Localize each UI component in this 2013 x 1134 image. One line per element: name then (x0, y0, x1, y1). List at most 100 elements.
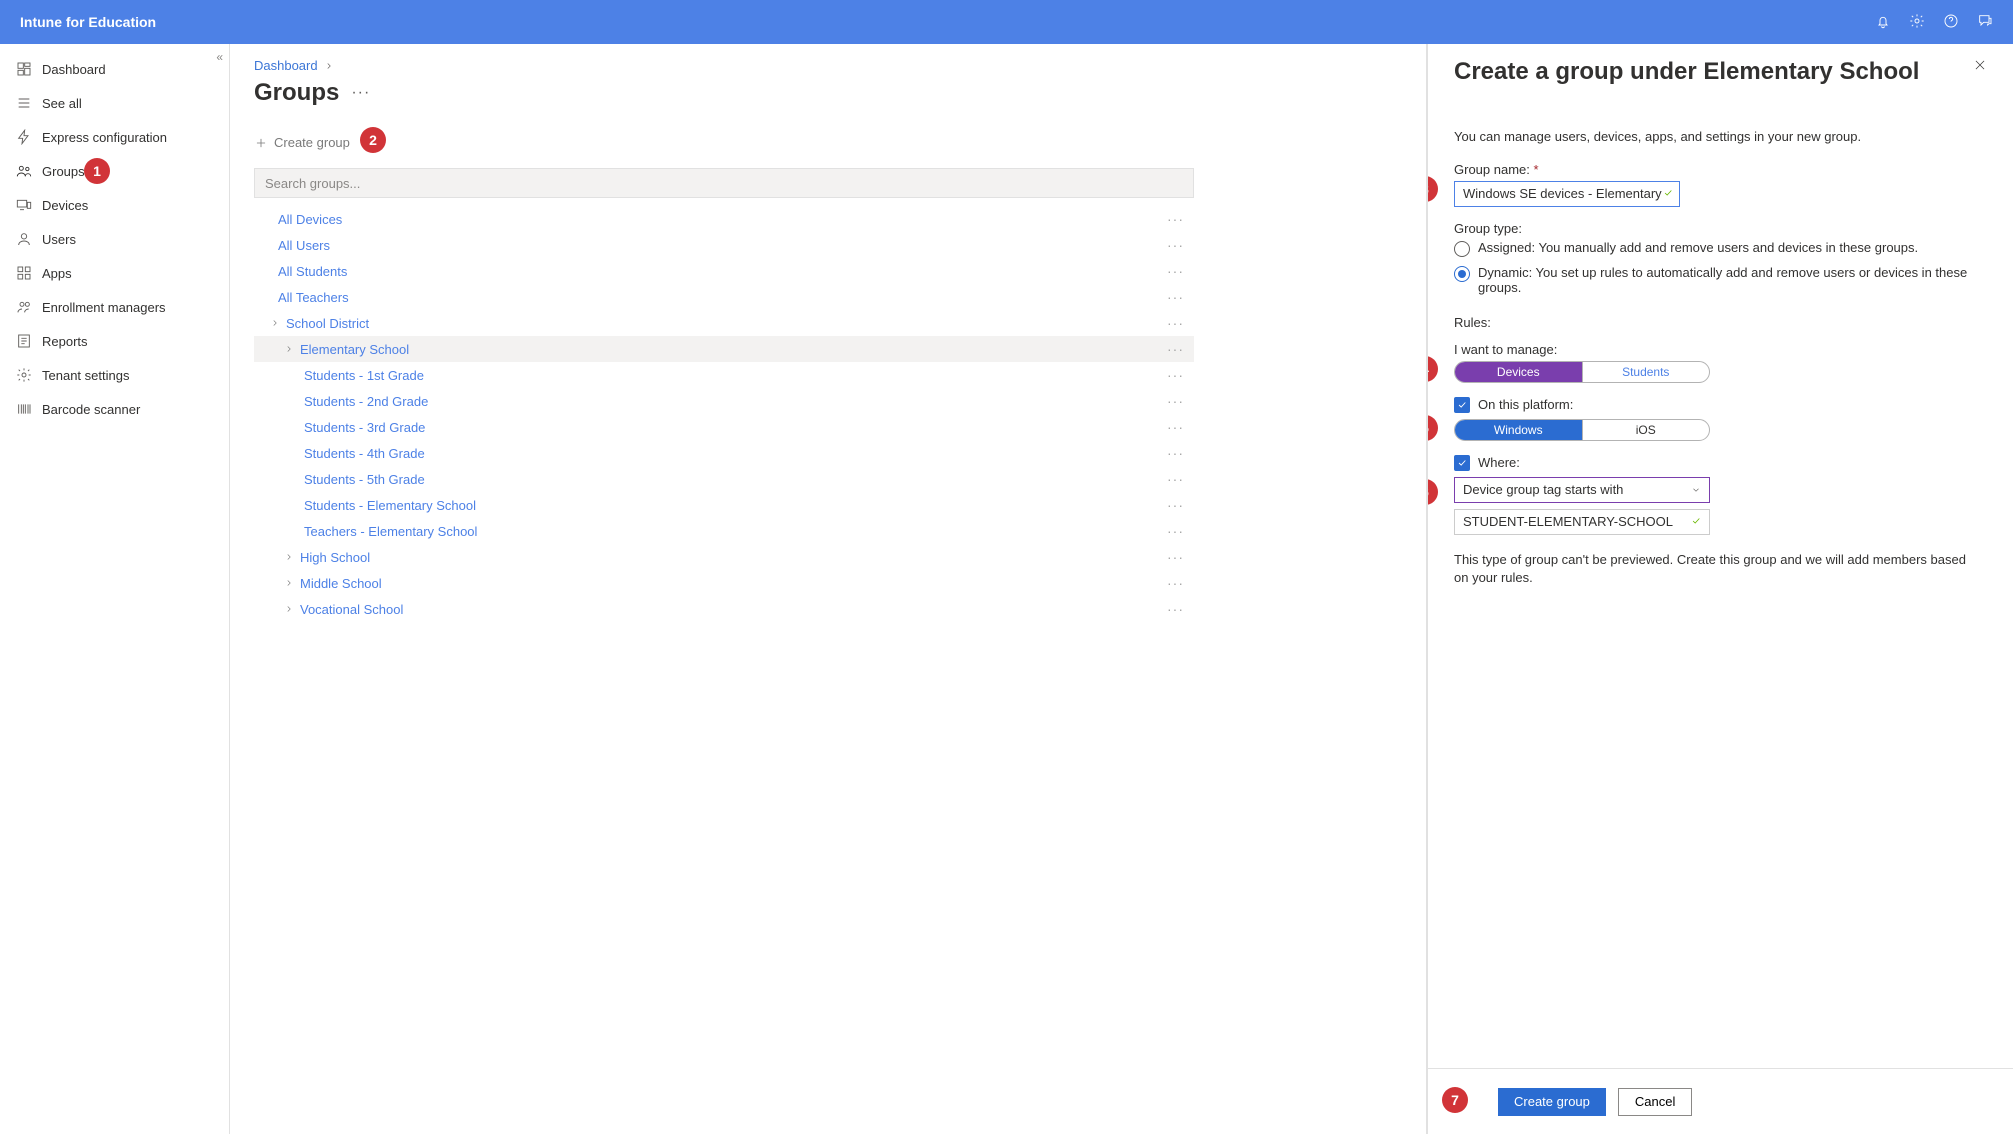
tree-row[interactable]: All Devices··· (254, 206, 1194, 232)
row-more-icon[interactable]: ··· (1167, 367, 1184, 383)
close-icon[interactable] (1973, 58, 1987, 72)
tree-label: Students - 1st Grade (304, 368, 424, 383)
tree-row[interactable]: Students - 3rd Grade ··· (254, 414, 1194, 440)
search-input-wrap[interactable] (254, 168, 1194, 198)
chevron-right-icon[interactable] (284, 578, 294, 588)
tree-row[interactable]: Students - 5th Grade ··· (254, 466, 1194, 492)
sidebar-item-barcode[interactable]: Barcode scanner (0, 392, 229, 426)
row-more-icon[interactable]: ··· (1167, 341, 1184, 357)
tree-row[interactable]: Students - Elementary School··· (254, 492, 1194, 518)
row-more-icon[interactable]: ··· (1167, 575, 1184, 591)
nav-label: Barcode scanner (42, 402, 140, 417)
callout-1: 1 (84, 158, 110, 184)
toggle-ios[interactable]: iOS (1583, 420, 1710, 440)
tree-row[interactable]: Students - 1st Grade ··· (254, 362, 1194, 388)
row-more-icon[interactable]: ··· (1167, 601, 1184, 617)
tree-row[interactable]: Vocational School ··· (254, 596, 1194, 622)
chevron-right-icon[interactable] (284, 552, 294, 562)
nav-label: Users (42, 232, 76, 247)
group-name-label: Group name: * (1454, 162, 1987, 177)
chevron-right-icon[interactable] (284, 344, 294, 354)
where-select[interactable]: Device group tag starts with (1454, 477, 1710, 503)
sidebar-item-seeall[interactable]: See all (0, 86, 229, 120)
nav-label: Tenant settings (42, 368, 129, 383)
tree-row-district[interactable]: School District ··· (254, 310, 1194, 336)
tree-row[interactable]: All Students··· (254, 258, 1194, 284)
row-more-icon[interactable]: ··· (1167, 497, 1184, 513)
toggle-devices[interactable]: Devices (1455, 362, 1583, 382)
cancel-button[interactable]: Cancel (1618, 1088, 1692, 1116)
tree-label: Vocational School (300, 602, 403, 617)
breadcrumb: Dashboard (254, 58, 1402, 73)
sidebar-item-apps[interactable]: Apps (0, 256, 229, 290)
where-value-text: STUDENT-ELEMENTARY-SCHOOL (1463, 514, 1673, 529)
radio-input[interactable] (1454, 241, 1470, 257)
feedback-icon[interactable] (1977, 13, 1993, 32)
platform-toggle[interactable]: Windows iOS (1454, 419, 1710, 441)
group-name-input[interactable]: Windows SE devices - Elementary (1454, 181, 1680, 207)
chevron-right-icon[interactable] (270, 318, 280, 328)
sidebar-item-enrollment[interactable]: Enrollment managers (0, 290, 229, 324)
tree-row-elementary[interactable]: Elementary School ··· (254, 336, 1194, 362)
top-bar: Intune for Education (0, 0, 2013, 44)
radio-input[interactable] (1454, 266, 1470, 282)
manage-toggle[interactable]: Devices Students (1454, 361, 1710, 383)
row-more-icon[interactable]: ··· (1167, 471, 1184, 487)
create-group-label: Create group (274, 135, 350, 150)
create-group-confirm-button[interactable]: Create group (1498, 1088, 1606, 1116)
callout-6: 6 (1428, 479, 1438, 505)
bell-icon[interactable] (1875, 13, 1891, 32)
sidebar-item-users[interactable]: Users (0, 222, 229, 256)
gear-icon[interactable] (1909, 13, 1925, 32)
sidebar-item-devices[interactable]: Devices (0, 188, 229, 222)
callout-2: 2 (360, 127, 386, 153)
chevron-right-icon[interactable] (284, 604, 294, 614)
tree-label: Students - 5th Grade (304, 472, 425, 487)
radio-dynamic[interactable]: Dynamic: You set up rules to automatical… (1454, 265, 1987, 295)
tree-label: Students - 2nd Grade (304, 394, 428, 409)
toggle-students[interactable]: Students (1583, 362, 1710, 382)
row-more-icon[interactable]: ··· (1167, 237, 1184, 253)
nav-label: Reports (42, 334, 88, 349)
tree-row[interactable]: Middle School··· (254, 570, 1194, 596)
tree-label: Students - 3rd Grade (304, 420, 425, 435)
row-more-icon[interactable]: ··· (1167, 289, 1184, 305)
radio-assigned[interactable]: Assigned: You manually add and remove us… (1454, 240, 1987, 257)
sidebar-item-reports[interactable]: Reports (0, 324, 229, 358)
row-more-icon[interactable]: ··· (1167, 315, 1184, 331)
help-icon[interactable] (1943, 13, 1959, 32)
breadcrumb-root[interactable]: Dashboard (254, 58, 318, 73)
platform-checkbox[interactable] (1454, 397, 1470, 413)
page-more-icon[interactable]: ··· (351, 84, 370, 102)
row-more-icon[interactable]: ··· (1167, 523, 1184, 539)
tree-row[interactable]: Students - 4th Grade ··· (254, 440, 1194, 466)
row-more-icon[interactable]: ··· (1167, 263, 1184, 279)
sidebar-collapse[interactable]: « (216, 50, 223, 64)
search-input[interactable] (265, 176, 1183, 191)
where-value-input[interactable]: STUDENT-ELEMENTARY-SCHOOL (1454, 509, 1710, 535)
row-more-icon[interactable]: ··· (1167, 211, 1184, 227)
manage-label: I want to manage: (1454, 342, 1987, 357)
sidebar-item-groups[interactable]: Groups 1 (0, 154, 229, 188)
required-star: * (1534, 162, 1539, 177)
nav-label: Dashboard (42, 62, 106, 77)
tree-row[interactable]: Students - 2nd Grade ··· (254, 388, 1194, 414)
row-more-icon[interactable]: ··· (1167, 419, 1184, 435)
create-group-button[interactable]: Create group (254, 135, 350, 150)
row-more-icon[interactable]: ··· (1167, 445, 1184, 461)
tree-row[interactable]: All Teachers··· (254, 284, 1194, 310)
sidebar-item-express[interactable]: Express configuration (0, 120, 229, 154)
tree-row[interactable]: All Users··· (254, 232, 1194, 258)
where-checkbox[interactable] (1454, 455, 1470, 471)
groups-icon (16, 163, 32, 179)
row-more-icon[interactable]: ··· (1167, 549, 1184, 565)
tree-label: High School (300, 550, 370, 565)
nav-label: Apps (42, 266, 72, 281)
tree-row[interactable]: Teachers - Elementary School··· (254, 518, 1194, 544)
toggle-windows[interactable]: Windows (1455, 420, 1583, 440)
row-more-icon[interactable]: ··· (1167, 393, 1184, 409)
tree-row[interactable]: High School ··· (254, 544, 1194, 570)
sidebar-item-dashboard[interactable]: Dashboard (0, 52, 229, 86)
tree-label: Students - 4th Grade (304, 446, 425, 461)
sidebar-item-tenant[interactable]: Tenant settings (0, 358, 229, 392)
